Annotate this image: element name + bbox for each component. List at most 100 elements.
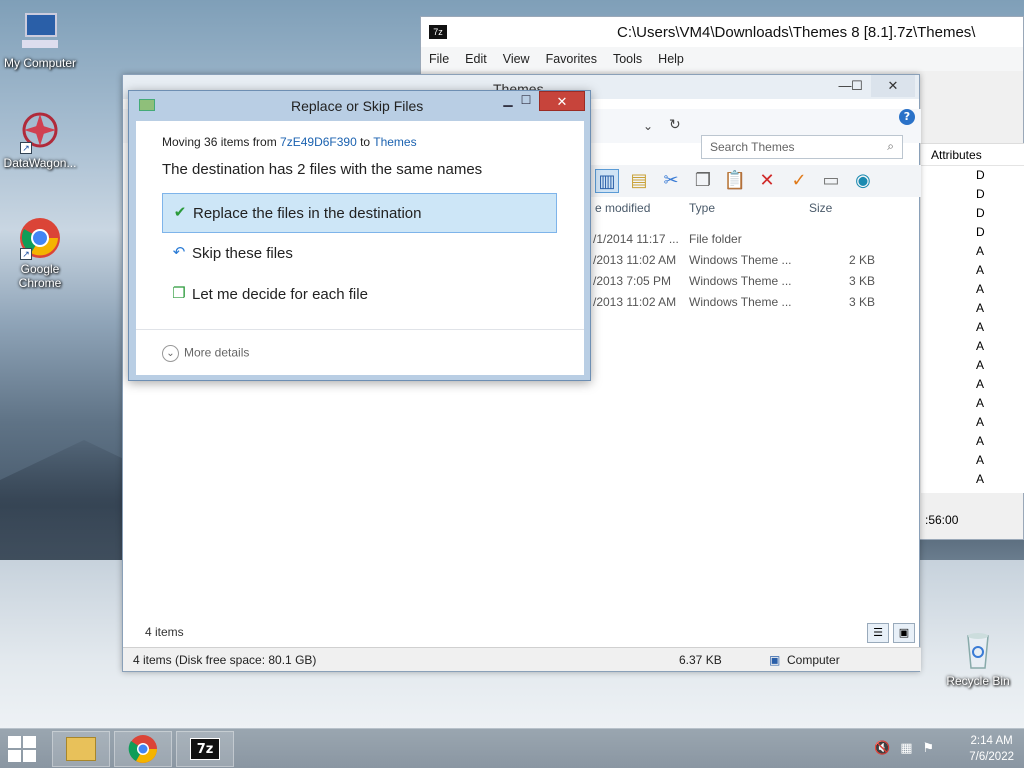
clock-date: 7/6/2022 [969,751,1014,763]
option-label: Skip these files [192,245,293,262]
taskbar-file-explorer[interactable] [52,731,110,767]
attributes-list: DDDDAAAAAAAAAAAAA [921,166,1024,489]
decide-icon: ❐ [172,285,186,302]
option-label: Replace the files in the destination [193,205,422,222]
conflict-message: The destination has 2 files with the sam… [162,161,483,178]
datawagon-icon: ↗ [18,110,62,154]
status-location: Computer [787,653,840,667]
status-size: 6.37 KB [679,653,722,667]
cut-icon[interactable]: ✂ [659,169,683,193]
network-icon[interactable]: ▦ [900,741,912,756]
option-label: Let me decide for each file [192,286,368,303]
taskbar-7zip[interactable]: 7z [176,731,234,767]
windows-logo-icon [8,736,21,748]
attributes-header[interactable]: Attributes [921,144,1024,166]
row-type: File folder [689,232,742,246]
row-date: /2013 11:02 AM [593,253,677,267]
menu-favorites[interactable]: Favorites [538,52,605,66]
menu-help[interactable]: Help [650,52,692,66]
attribute-cell: A [976,472,985,486]
desktop-icon-label: Recycle Bin [946,674,1010,688]
row-size: 3 KB [848,295,875,309]
decide-each-file-option[interactable]: ❐ Let me decide for each file [162,275,557,315]
system-tray: 🔇 ▦ ⚑ [874,741,934,756]
details-view-icon[interactable]: ☰ [867,623,889,643]
menu-file[interactable]: File [421,52,457,66]
more-details-button[interactable]: ⌄ More details [162,345,249,362]
paste-icon[interactable]: 📋 [723,169,747,193]
status-free-space: 4 items (Disk free space: 80.1 GB) [133,653,317,667]
search-input[interactable]: Search Themes ⌕ [701,135,903,159]
attribute-cell: A [976,453,985,467]
skip-arrow-icon: ↶ [172,244,186,261]
action-center-flag-icon[interactable]: ⚑ [922,741,934,756]
taskbar: 7z 🔇 ▦ ⚑ 2:14 AM 7/6/2022 [0,728,1024,768]
attribute-cell: D [976,225,985,239]
desktop-icon-recycle-bin[interactable]: Recycle Bin [938,628,1018,688]
column-type[interactable]: Type [689,201,715,215]
row-size: 3 KB [848,274,875,288]
sevenzip-icon: 7z [190,738,220,760]
close-button[interactable]: ✕ [539,91,585,111]
menu-view[interactable]: View [495,52,538,66]
divider [136,329,584,330]
attribute-cell: A [976,244,985,258]
attribute-cell: A [976,415,985,429]
attribute-cell: A [976,301,985,315]
folder-options-icon[interactable]: ▤ [627,169,651,193]
attribute-cell: A [976,282,985,296]
more-details-label: More details [184,345,250,360]
desktop-icon-my-computer[interactable]: My Computer [0,10,80,70]
desktop-icon-google-chrome[interactable]: ↗ Google Chrome [0,216,80,290]
menu-tools[interactable]: Tools [605,52,650,66]
attribute-cell: A [976,339,985,353]
destination-link[interactable]: Themes [373,135,416,149]
large-icons-view-icon[interactable]: ▣ [893,623,915,643]
chevron-down-icon[interactable]: ⌄ [643,119,653,133]
taskbar-google-chrome[interactable] [114,731,172,767]
attribute-cell: D [976,168,985,182]
chevron-down-icon: ⌄ [162,345,179,362]
attribute-cell: A [976,377,985,391]
dialog-title: Replace or Skip Files [291,98,424,114]
row-type: Windows Theme ... [689,274,792,288]
desktop-icon-label: My Computer [3,56,77,70]
rename-icon[interactable]: ▭ [819,169,843,193]
clock-time: 2:14 AM [970,735,1013,747]
replace-files-option[interactable]: ✔ Replace the files in the destination [162,193,557,233]
copy-icon[interactable]: ❐ [691,169,715,193]
skip-files-option[interactable]: ↶ Skip these files [162,234,557,274]
start-button[interactable] [8,736,38,762]
attribute-cell: A [976,434,985,448]
source-link[interactable]: 7zE49D6F390 [280,135,357,149]
close-button[interactable]: ✕ [871,75,915,97]
network-icon[interactable]: ◉ [851,169,875,193]
attribute-cell: A [976,396,985,410]
dialog-body: Moving 36 items from 7zE49D6F390 to Them… [136,121,584,375]
search-placeholder: Search Themes [710,140,795,154]
row-date: /2013 11:02 AM [593,295,677,309]
replace-skip-dialog[interactable]: Replace or Skip Files ▁ ☐ ✕ Moving 36 it… [128,90,591,381]
check-icon: ✔ [173,204,187,221]
desktop-icon-datawagon[interactable]: ↗ DataWagon... [0,110,80,170]
preview-pane-icon[interactable]: ▥ [595,169,619,193]
column-size[interactable]: Size [809,201,832,215]
column-date-modified[interactable]: e modified [595,201,650,215]
sevenzip-title: C:\Users\VM4\Downloads\Themes 8 [8.1].7z… [617,23,976,41]
refresh-icon[interactable]: ↻ [669,117,681,133]
status-bar: 4 items (Disk free space: 80.1 GB) 6.37 … [123,647,921,671]
row-size: 2 KB [848,253,875,267]
desktop-icon-label: DataWagon... [3,156,77,170]
volume-muted-icon[interactable]: 🔇 [874,741,890,756]
file-transfer-icon [139,99,155,111]
delete-icon[interactable]: ✕ [755,169,779,193]
help-icon[interactable]: ? [899,109,915,125]
explorer-toolbar: ▥ ▤ ✂ ❐ 📋 ✕ ✓ ▭ ◉ [591,165,921,197]
maximize-button[interactable]: ☐ [513,91,539,111]
attribute-cell: D [976,187,985,201]
checkmark-icon[interactable]: ✓ [787,169,811,193]
menu-edit[interactable]: Edit [457,52,495,66]
attribute-cell: A [976,320,985,334]
clock[interactable]: 2:14 AM 7/6/2022 [969,733,1014,765]
row-date: /1/2014 11:17 ... [593,232,679,246]
